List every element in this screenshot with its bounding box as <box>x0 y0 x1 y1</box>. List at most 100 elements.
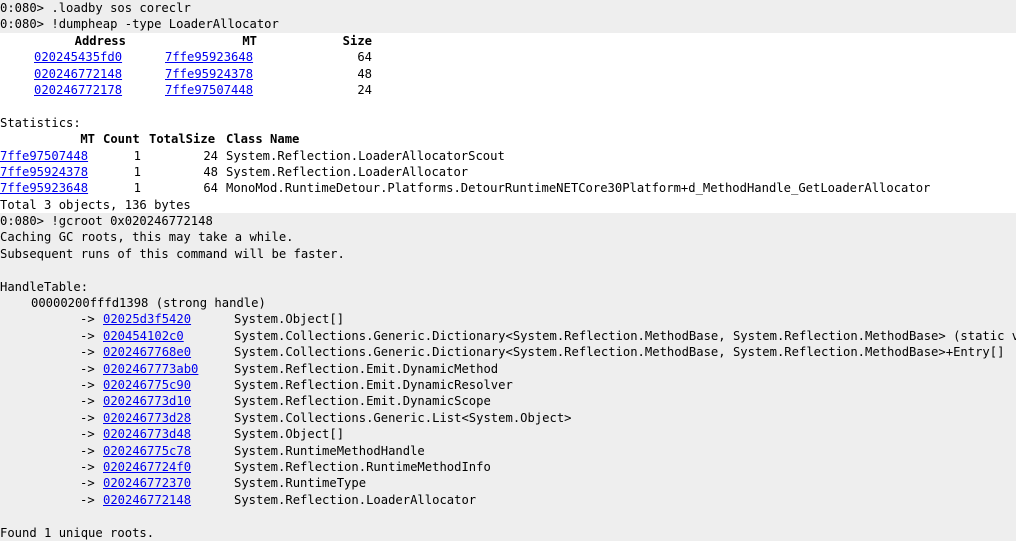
found-summary: Found 1 unique roots. <box>0 524 1016 541</box>
stats-row: 7ffe95924378 1 48 System.Reflection.LoaderA… <box>0 163 1016 181</box>
debugger-console-output: 0:080> .loadby sos coreclr 0:080> !dumph… <box>0 0 1016 545</box>
prompt: 0:080> <box>0 17 52 32</box>
stats-count: 1 <box>133 148 141 163</box>
object-type: System.Reflection.Emit.DynamicMethod <box>234 361 499 376</box>
info-message: Subsequent runs of this command will be … <box>0 245 1016 263</box>
stats-row: 7ffe97507448 1 24 System.Reflection.LoaderA… <box>0 147 1016 164</box>
dumpheap-row: 020246772178 7ffe97507448 24 <box>0 81 1016 99</box>
blank-line <box>0 98 1016 115</box>
stats-row: 7ffe95923648 1 64 MonoMod.RuntimeDetour.Pla… <box>0 180 1016 197</box>
mt-header: MT <box>242 33 257 48</box>
stats-totalsize: 48 <box>203 164 218 179</box>
stats-mt-link[interactable]: 7ffe97507448 <box>0 148 103 164</box>
object-type: System.RuntimeType <box>234 476 367 491</box>
stats-classname: MonoMod.RuntimeDetour.Platforms.DetourRu… <box>226 181 931 196</box>
gcroot-chain-row: -> 020246773d28 System.Collections.Generic… <box>0 409 1016 427</box>
stats-count: 1 <box>133 181 141 196</box>
arrow-icon: -> <box>80 328 95 343</box>
info-message: Caching GC roots, this may take a while. <box>0 229 1016 246</box>
object-address-link[interactable]: 020246773d10 <box>103 393 234 409</box>
object-address-link[interactable]: 020246772370 <box>103 475 234 491</box>
object-type: System.Collections.Generic.List<System.O… <box>234 410 572 425</box>
mt-link[interactable]: 7ffe95923648 <box>165 49 257 65</box>
arrow-icon: -> <box>80 492 95 507</box>
stats-mt-link[interactable]: 7ffe95923648 <box>0 180 103 196</box>
handle-table-label: HandleTable: <box>0 278 1016 296</box>
handle-line: 00000200fffd1398 (strong handle) <box>0 295 1016 312</box>
blank-line <box>0 262 1016 279</box>
gcroot-chain-row: -> 020454102c0 System.Collections.Generic.… <box>0 327 1016 345</box>
arrow-icon: -> <box>80 410 95 425</box>
gcroot-chain: -> 02025d3f5420 System.Object[] -> 020454102… <box>0 311 1016 509</box>
object-address-link[interactable]: 0202467724f0 <box>103 459 234 475</box>
mt-link[interactable]: 7ffe97507448 <box>165 82 257 98</box>
blank-line <box>0 508 1016 525</box>
object-address-link[interactable]: 020246775c78 <box>103 443 234 459</box>
arrow-icon: -> <box>80 361 95 376</box>
command-text: .loadby sos coreclr <box>51 1 191 15</box>
address-link[interactable]: 020246772148 <box>34 66 165 82</box>
object-type: System.Reflection.RuntimeMethodInfo <box>234 459 491 474</box>
object-type: System.Reflection.LoaderAllocator <box>234 492 477 507</box>
statistics-label: Statistics: <box>0 114 1016 132</box>
arrow-icon: -> <box>80 345 95 360</box>
object-type: System.Collections.Generic.Dictionary<Sy… <box>234 345 1005 360</box>
stats-mt-link[interactable]: 7ffe95924378 <box>0 164 103 180</box>
total-summary: Total 3 objects, 136 bytes <box>0 196 1016 214</box>
gcroot-chain-row: -> 020246773d10 System.Reflection.Emit.Dyn… <box>0 393 1016 410</box>
gcroot-chain-row: -> 020246775c90 System.Reflection.Emit.Dyn… <box>0 376 1016 394</box>
arrow-icon: -> <box>80 443 95 458</box>
object-address-link[interactable]: 020454102c0 <box>103 328 234 344</box>
arrow-icon: -> <box>80 427 95 442</box>
object-type: System.Object[] <box>234 312 345 327</box>
prompt: 0:080> <box>0 1 52 15</box>
object-type: System.Reflection.Emit.DynamicResolver <box>234 377 513 392</box>
gcroot-chain-row: -> 020246773d48 System.Object[] <box>0 426 1016 443</box>
object-address-link[interactable]: 0202467768e0 <box>103 344 234 360</box>
gcroot-chain-row: -> 0202467768e0 System.Collections.Generic… <box>0 344 1016 361</box>
object-address-link[interactable]: 02025d3f5420 <box>103 311 234 327</box>
object-type: System.Reflection.Emit.DynamicScope <box>234 394 491 409</box>
arrow-icon: -> <box>80 312 95 327</box>
stats-count: 1 <box>133 164 141 179</box>
gcroot-chain-row: -> 0202467773ab0 System.Reflection.Emit.Dy… <box>0 360 1016 377</box>
object-address-link[interactable]: 020246772148 <box>103 492 234 508</box>
arrow-icon: -> <box>80 459 95 474</box>
arrow-icon: -> <box>80 476 95 491</box>
arrow-icon: -> <box>80 377 95 392</box>
arrow-icon: -> <box>80 394 95 409</box>
gcroot-chain-row: -> 020246772370 System.RuntimeType <box>0 475 1016 492</box>
dumpheap-header-row: Address MT Size <box>0 32 1016 50</box>
stats-totalsize: 24 <box>203 148 218 163</box>
gcroot-chain-row: -> 020246775c78 System.RuntimeMethodHandle <box>0 442 1016 459</box>
command-line: 0:080> !gcroot 0x020246772148 <box>0 213 1016 230</box>
stats-classname: System.Reflection.LoaderAllocatorScout <box>226 148 505 163</box>
address-link[interactable]: 020245435fd0 <box>34 49 165 65</box>
object-type: System.RuntimeMethodHandle <box>234 443 425 458</box>
handle-text: 00000200fffd1398 (strong handle) <box>31 296 266 311</box>
command-line: 0:080> !dumpheap -type LoaderAllocator <box>0 16 1016 33</box>
address-header: Address <box>74 33 126 48</box>
object-type: System.Collections.Generic.Dictionary<Sy… <box>234 328 1016 343</box>
object-address-link[interactable]: 020246773d28 <box>103 410 234 426</box>
object-address-link[interactable]: 0202467773ab0 <box>103 361 234 377</box>
gcroot-chain-row: -> 020246772148 System.Reflection.LoaderAl… <box>0 491 1016 509</box>
command-line: 0:080> .loadby sos coreclr <box>0 0 1016 17</box>
gcroot-chain-row: -> 0202467724f0 System.Reflection.RuntimeM… <box>0 458 1016 476</box>
stats-classname-header: Class Name <box>226 132 300 147</box>
address-link[interactable]: 020246772178 <box>34 82 165 98</box>
command-text: !dumpheap -type LoaderAllocator <box>51 17 279 32</box>
stats-classname: System.Reflection.LoaderAllocator <box>226 164 469 179</box>
size-value: 24 <box>357 82 372 97</box>
object-address-link[interactable]: 020246773d48 <box>103 426 234 442</box>
size-value: 64 <box>357 50 372 65</box>
stats-header-row: MT Count TotalSize Class Name <box>0 131 1016 148</box>
gcroot-chain-row: -> 02025d3f5420 System.Object[] <box>0 311 1016 328</box>
object-type: System.Object[] <box>234 427 345 442</box>
size-value: 48 <box>357 66 372 81</box>
dumpheap-row: 020245435fd0 7ffe95923648 64 <box>0 49 1016 66</box>
stats-mt-header: MT <box>80 132 95 147</box>
stats-count-header: Count <box>103 132 140 147</box>
object-address-link[interactable]: 020246775c90 <box>103 377 234 393</box>
mt-link[interactable]: 7ffe95924378 <box>165 66 257 82</box>
